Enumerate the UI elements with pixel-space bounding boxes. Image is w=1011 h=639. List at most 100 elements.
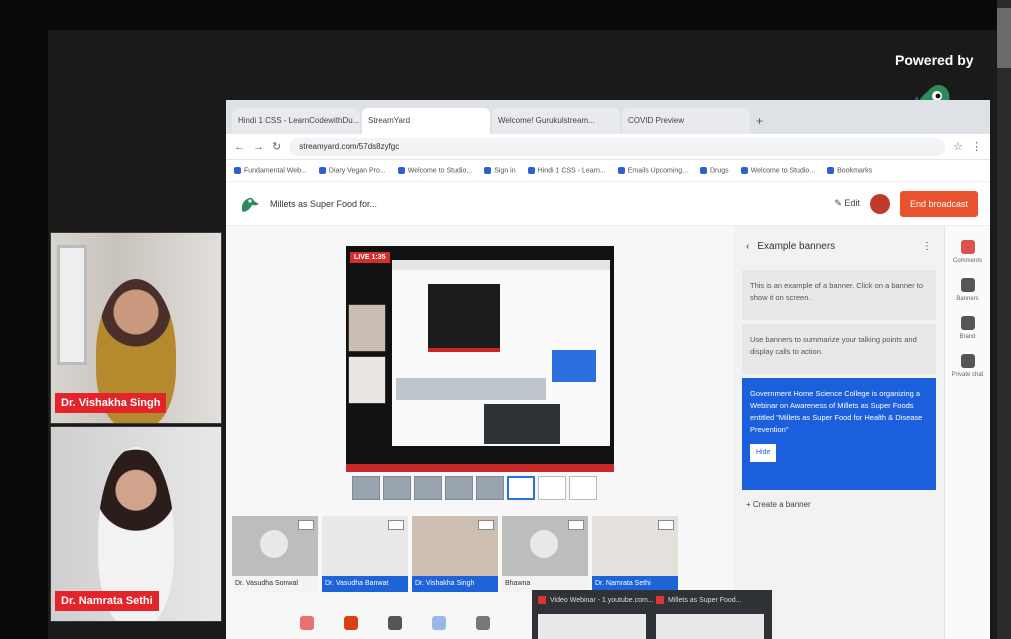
participant-thumbnails: Dr. Vasudha Sonwal Dr. Vasudha Banwat Dr… (232, 516, 678, 592)
bookmark-item[interactable]: Sign in (484, 167, 515, 174)
taskbar-thumb[interactable] (656, 614, 764, 639)
browser-tab[interactable]: StreamYard (362, 108, 490, 134)
taskbar-dock (300, 616, 490, 630)
powered-by-label: Powered by (895, 52, 974, 68)
new-tab-button[interactable]: + (752, 108, 772, 134)
app-icon[interactable] (476, 616, 490, 630)
taskbar-preview-popup: Video Webinar - 1.youtube.com... Millets… (532, 590, 772, 639)
preview-participant (348, 356, 386, 404)
layout-split-button[interactable] (476, 476, 504, 500)
app-header: Millets as Super Food for... ✎ Edit End … (226, 182, 990, 226)
add-to-stream-icon[interactable] (388, 520, 404, 530)
menu-icon[interactable]: ⋮ (971, 140, 982, 153)
bookmark-item[interactable]: Emails Upcoming... (618, 167, 688, 174)
back-icon[interactable]: ← (234, 141, 245, 153)
edit-button[interactable]: ✎ Edit (834, 198, 860, 209)
side-rail: Comments Banners Brand Private chat (944, 226, 990, 639)
app-icon[interactable] (344, 616, 358, 630)
inner-banner (552, 350, 596, 382)
participant-thumbnail[interactable]: Dr. Vasudha Sonwal (232, 516, 318, 592)
avatar[interactable] (869, 193, 890, 214)
layout-full-button[interactable] (538, 476, 566, 500)
inner-preview (428, 284, 500, 352)
app-icon[interactable] (432, 616, 446, 630)
add-to-stream-icon[interactable] (298, 520, 314, 530)
inner-popup (484, 404, 560, 444)
window-frame (57, 245, 87, 365)
bookmark-item[interactable]: Welcome to Studio... (741, 167, 815, 174)
rail-private-chat[interactable]: Private chat (945, 354, 990, 378)
create-banner-link[interactable]: + Create a banner (746, 500, 932, 509)
participant-name: Dr. Namrata Sethi (55, 591, 159, 611)
participant-tile: Dr. Namrata Sethi (50, 426, 222, 622)
layout-leader-button[interactable] (445, 476, 473, 500)
bookmark-item[interactable]: Bookmarks (827, 167, 872, 174)
banners-icon (960, 278, 975, 292)
broadcast-title[interactable]: Millets as Super Food for... (270, 199, 824, 209)
rail-brand[interactable]: Brand (945, 316, 990, 340)
participant-name: Dr. Vishakha Singh (55, 393, 167, 413)
chevron-left-icon[interactable]: ‹ (746, 241, 749, 252)
participant-thumbnail[interactable]: Dr. Vishakha Singh (412, 516, 498, 592)
thumbnail-label: Dr. Vasudha Banwat (322, 576, 408, 592)
add-to-stream-icon[interactable] (658, 520, 674, 530)
browser-tab[interactable]: Welcome! Gurukulstream... (492, 108, 620, 134)
live-badge: LIVE 1:35 (350, 252, 390, 263)
banner-item-active[interactable]: Government Home Science College is organ… (742, 378, 936, 490)
inner-thumbs (396, 378, 546, 400)
rail-banners[interactable]: Banners (945, 278, 990, 302)
layout-picker (352, 476, 597, 500)
inner-toolbar (392, 260, 610, 270)
rail-label: Brand (959, 334, 976, 340)
thumbnail-label: Dr. Vasudha Sonwal (232, 576, 318, 592)
add-to-stream-icon[interactable] (568, 520, 584, 530)
participant-thumbnail[interactable]: Dr. Vasudha Banwat (322, 516, 408, 592)
rail-label: Comments (952, 258, 982, 264)
banner-item[interactable]: This is an example of a banner. Click on… (742, 270, 936, 320)
participant-thumbnail[interactable]: Bhawna (502, 516, 588, 592)
comments-icon (960, 240, 975, 254)
add-to-stream-icon[interactable] (478, 520, 494, 530)
taskbar-window-item[interactable]: Video Webinar - 1.youtube.com... (538, 596, 654, 604)
rail-comments[interactable]: Comments (945, 240, 990, 264)
banner-item[interactable]: Use banners to summarize your talking po… (742, 324, 936, 374)
bookmark-item[interactable]: Fundamental Web... (234, 167, 307, 174)
taskbar-window-item[interactable]: Millets as Super Food... (656, 596, 742, 604)
rail-label: Private chat (951, 372, 984, 378)
forward-icon[interactable]: → (253, 141, 264, 153)
end-broadcast-button[interactable]: End broadcast (899, 190, 978, 217)
bookmark-item[interactable]: Diary Vegan Pro... (319, 167, 386, 174)
banners-title: Example banners (757, 240, 836, 252)
rail-label: Banners (956, 296, 979, 302)
layout-screen-button[interactable] (507, 476, 535, 500)
scrollbar-thumb[interactable] (997, 8, 1011, 68)
taskbar-thumb[interactable] (538, 614, 646, 639)
bookmark-item[interactable]: Drugs (700, 167, 729, 174)
scrollbar-track[interactable] (997, 0, 1011, 639)
preview-participant (348, 304, 386, 352)
banners-header: ‹ Example banners ⋮ (734, 226, 944, 266)
browser-tab[interactable]: COVID Preview (622, 108, 750, 134)
url-input[interactable]: streamyard.com/57ds8zyfgc (289, 137, 946, 156)
brand-icon (960, 316, 975, 330)
more-icon[interactable]: ⋮ (922, 241, 932, 252)
banner-text: Government Home Science College is organ… (750, 389, 923, 434)
bookmarks-bar: Fundamental Web... Diary Vegan Pro... We… (226, 160, 990, 182)
screen: Powered by Dr. Vishakha Singh Dr. Namrat… (0, 0, 1011, 639)
app-icon[interactable] (300, 616, 314, 630)
layout-thin-button[interactable] (383, 476, 411, 500)
browser-tab[interactable]: Hindi 1 CSS - LearnCodewithDu... (232, 108, 360, 134)
bookmark-item[interactable]: Welcome to Studio... (398, 167, 472, 174)
layout-group-button[interactable] (414, 476, 442, 500)
private-chat-icon (960, 354, 975, 368)
reload-icon[interactable]: ↻ (272, 140, 281, 153)
bookmark-item[interactable]: Hindi 1 CSS - Learn... (528, 167, 606, 174)
hide-banner-button[interactable]: Hide (750, 444, 777, 462)
layout-cinema-button[interactable] (569, 476, 597, 500)
thumbnail-label: Dr. Vishakha Singh (412, 576, 498, 592)
settings-icon[interactable] (388, 616, 402, 630)
star-icon[interactable]: ☆ (953, 140, 963, 153)
participant-thumbnail[interactable]: Dr. Namrata Sethi (592, 516, 678, 592)
address-bar-row: ← → ↻ streamyard.com/57ds8zyfgc ☆ ⋮ (226, 134, 990, 160)
layout-solo-button[interactable] (352, 476, 380, 500)
